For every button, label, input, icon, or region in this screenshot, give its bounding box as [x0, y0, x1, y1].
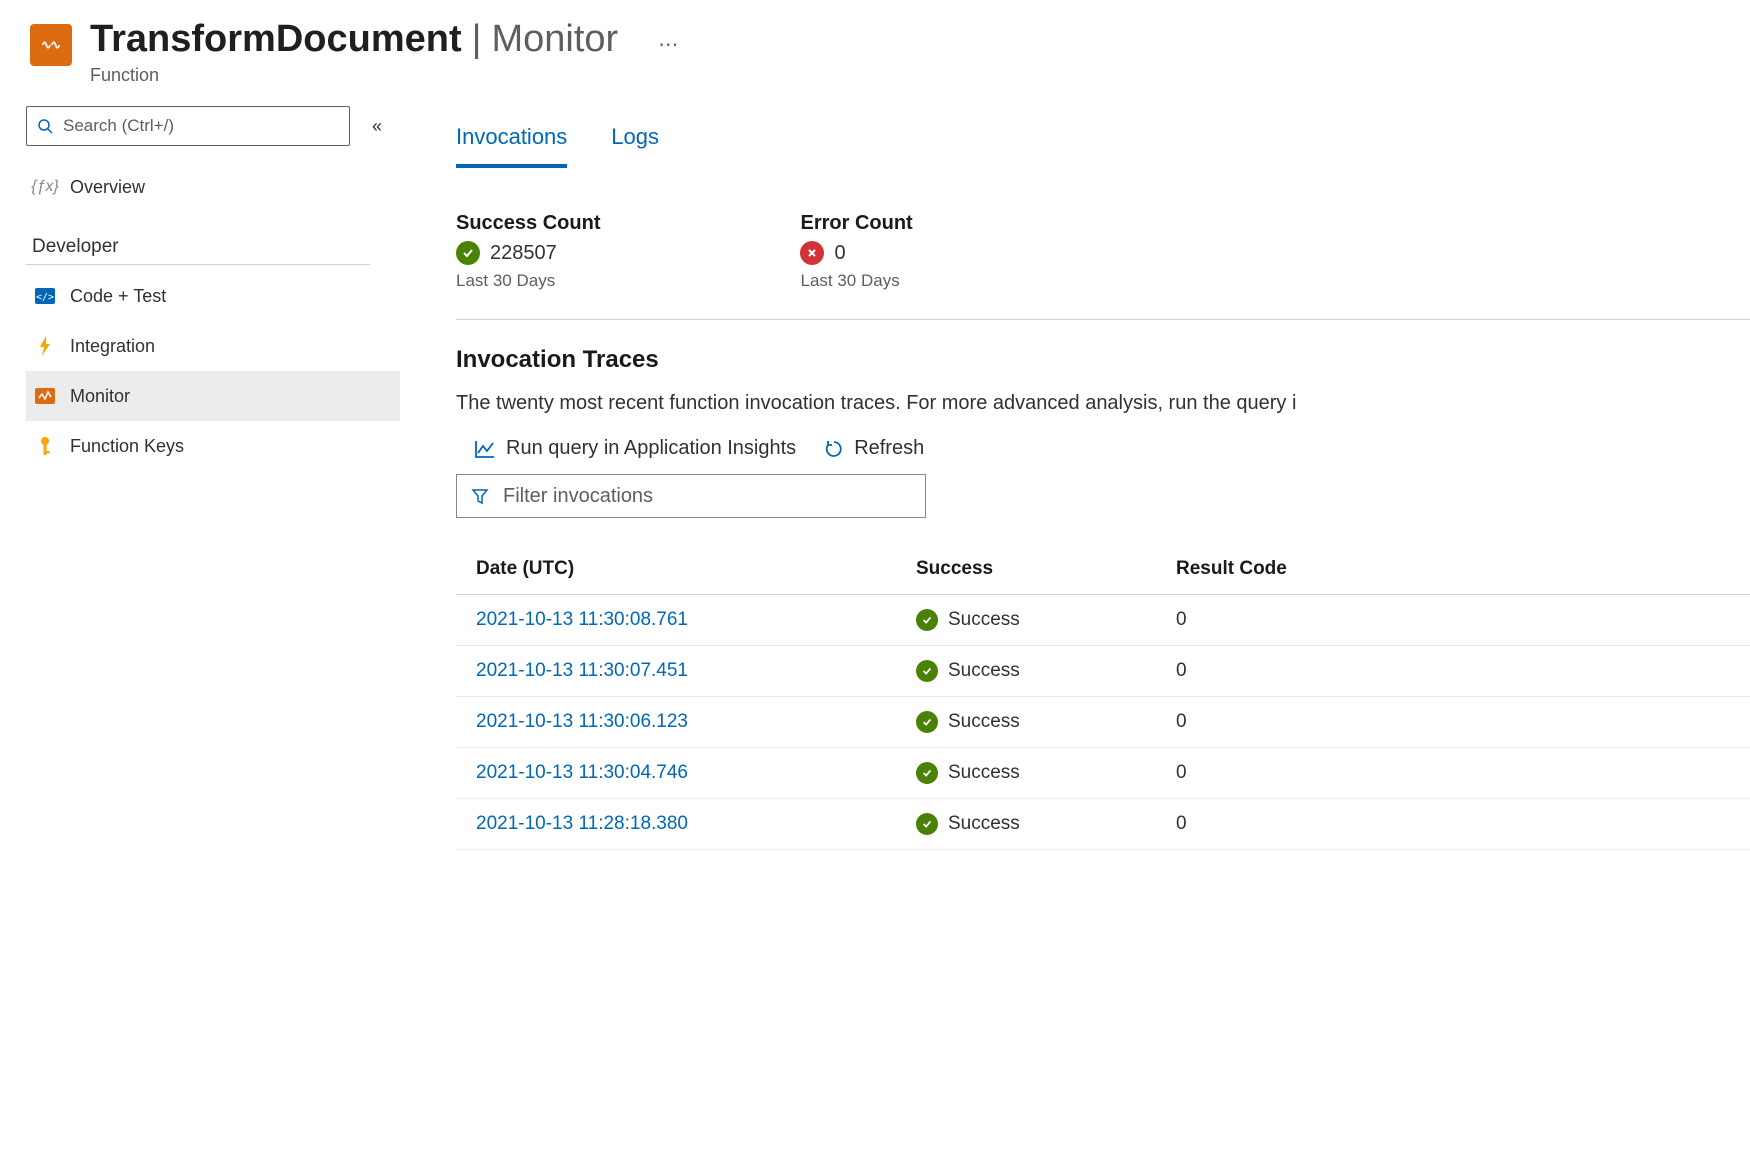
- search-input[interactable]: [63, 116, 339, 136]
- traces-table-header: Date (UTC) Success Result Code: [456, 544, 1750, 595]
- check-circle-icon: [916, 711, 938, 733]
- tab-logs[interactable]: Logs: [611, 124, 659, 168]
- trace-status: Success: [948, 660, 1020, 682]
- check-circle-icon: [916, 813, 938, 835]
- trace-result: 0: [1176, 762, 1730, 784]
- trace-success-cell: Success: [916, 609, 1176, 631]
- trace-date-link[interactable]: 2021-10-13 11:28:18.380: [476, 813, 916, 835]
- trace-success-cell: Success: [916, 762, 1176, 784]
- trace-status: Success: [948, 609, 1020, 631]
- sidebar-item-integration[interactable]: Integration: [26, 321, 400, 371]
- col-result: Result Code: [1176, 558, 1730, 580]
- search-icon: [37, 118, 53, 134]
- sidebar-item-monitor[interactable]: Monitor: [26, 371, 400, 421]
- check-circle-icon: [916, 609, 938, 631]
- code-icon: </>: [34, 285, 56, 307]
- main-content: Invocations Logs Success Count 228507 La…: [400, 96, 1750, 1150]
- trace-success-cell: Success: [916, 813, 1176, 835]
- stat-success-period: Last 30 Days: [456, 271, 600, 291]
- page-title-section: Monitor: [492, 18, 619, 61]
- table-row: 2021-10-13 11:30:06.123 Success 0: [456, 697, 1750, 748]
- trace-result: 0: [1176, 813, 1730, 835]
- trace-result: 0: [1176, 609, 1730, 631]
- svg-text:</>: </>: [36, 292, 54, 303]
- x-circle-icon: [800, 241, 824, 265]
- col-success: Success: [916, 558, 1176, 580]
- title-separator: |: [472, 18, 482, 61]
- more-actions-button[interactable]: ⋯: [658, 32, 678, 57]
- chart-line-icon: [474, 439, 496, 459]
- traces-description: The twenty most recent function invocati…: [456, 392, 1750, 415]
- tab-invocations[interactable]: Invocations: [456, 124, 567, 168]
- trace-result: 0: [1176, 711, 1730, 733]
- trace-date-link[interactable]: 2021-10-13 11:30:06.123: [476, 711, 916, 733]
- traces-table: Date (UTC) Success Result Code 2021-10-1…: [456, 544, 1750, 850]
- run-query-button[interactable]: Run query in Application Insights: [474, 437, 796, 460]
- sidebar-item-overview[interactable]: {ƒx} Overview: [26, 162, 400, 212]
- stat-error-period: Last 30 Days: [800, 271, 912, 291]
- sidebar-item-label: Function Keys: [70, 436, 184, 457]
- trace-date-link[interactable]: 2021-10-13 11:30:04.746: [476, 762, 916, 784]
- filter-invocations-input[interactable]: Filter invocations: [456, 474, 926, 518]
- tabs: Invocations Logs: [456, 124, 1750, 168]
- check-circle-icon: [456, 241, 480, 265]
- table-row: 2021-10-13 11:28:18.380 Success 0: [456, 799, 1750, 850]
- collapse-sidebar-button[interactable]: «: [366, 110, 388, 143]
- sidebar-item-label: Monitor: [70, 386, 130, 407]
- trace-date-link[interactable]: 2021-10-13 11:30:07.451: [476, 660, 916, 682]
- main-divider: [456, 319, 1750, 320]
- sidebar-item-label: Overview: [70, 177, 145, 198]
- sidebar: « {ƒx} Overview Developer </> Code + Tes…: [0, 96, 400, 1150]
- refresh-button[interactable]: Refresh: [824, 437, 924, 460]
- stats-row: Success Count 228507 Last 30 Days Error …: [456, 212, 1750, 291]
- check-circle-icon: [916, 660, 938, 682]
- refresh-label: Refresh: [854, 437, 924, 460]
- traces-title: Invocation Traces: [456, 346, 1750, 374]
- table-row: 2021-10-13 11:30:08.761 Success 0: [456, 595, 1750, 646]
- trace-success-cell: Success: [916, 711, 1176, 733]
- stat-error: Error Count 0 Last 30 Days: [800, 212, 912, 291]
- sidebar-divider: [26, 264, 370, 265]
- refresh-icon: [824, 439, 844, 459]
- trace-status: Success: [948, 762, 1020, 784]
- stat-success-value: 228507: [490, 242, 557, 265]
- stat-error-value: 0: [834, 242, 845, 265]
- page-title-name: TransformDocument: [90, 18, 462, 61]
- trace-result: 0: [1176, 660, 1730, 682]
- fx-icon: {ƒx}: [34, 176, 56, 198]
- function-app-icon: [30, 24, 72, 66]
- sidebar-item-function-keys[interactable]: Function Keys: [26, 421, 400, 471]
- check-circle-icon: [916, 762, 938, 784]
- search-box[interactable]: [26, 106, 350, 146]
- page-header: TransformDocument | Monitor ⋯ Function: [0, 0, 1750, 96]
- lightning-icon: [34, 335, 56, 357]
- stat-success: Success Count 228507 Last 30 Days: [456, 212, 600, 291]
- stat-error-label: Error Count: [800, 212, 912, 235]
- trace-status: Success: [948, 711, 1020, 733]
- sidebar-item-label: Code + Test: [70, 286, 166, 307]
- table-row: 2021-10-13 11:30:07.451 Success 0: [456, 646, 1750, 697]
- sidebar-section-label: Developer: [32, 236, 400, 258]
- page-subtitle: Function: [90, 65, 678, 86]
- stat-success-label: Success Count: [456, 212, 600, 235]
- table-row: 2021-10-13 11:30:04.746 Success 0: [456, 748, 1750, 799]
- trace-success-cell: Success: [916, 660, 1176, 682]
- wave-icon: [40, 34, 62, 56]
- monitor-icon: [34, 385, 56, 407]
- col-date: Date (UTC): [476, 558, 916, 580]
- run-query-label: Run query in Application Insights: [506, 437, 796, 460]
- sidebar-item-code-test[interactable]: </> Code + Test: [26, 271, 400, 321]
- filter-icon: [471, 487, 489, 505]
- sidebar-item-label: Integration: [70, 336, 155, 357]
- filter-placeholder: Filter invocations: [503, 485, 653, 508]
- trace-date-link[interactable]: 2021-10-13 11:30:08.761: [476, 609, 916, 631]
- key-icon: [34, 435, 56, 457]
- trace-status: Success: [948, 813, 1020, 835]
